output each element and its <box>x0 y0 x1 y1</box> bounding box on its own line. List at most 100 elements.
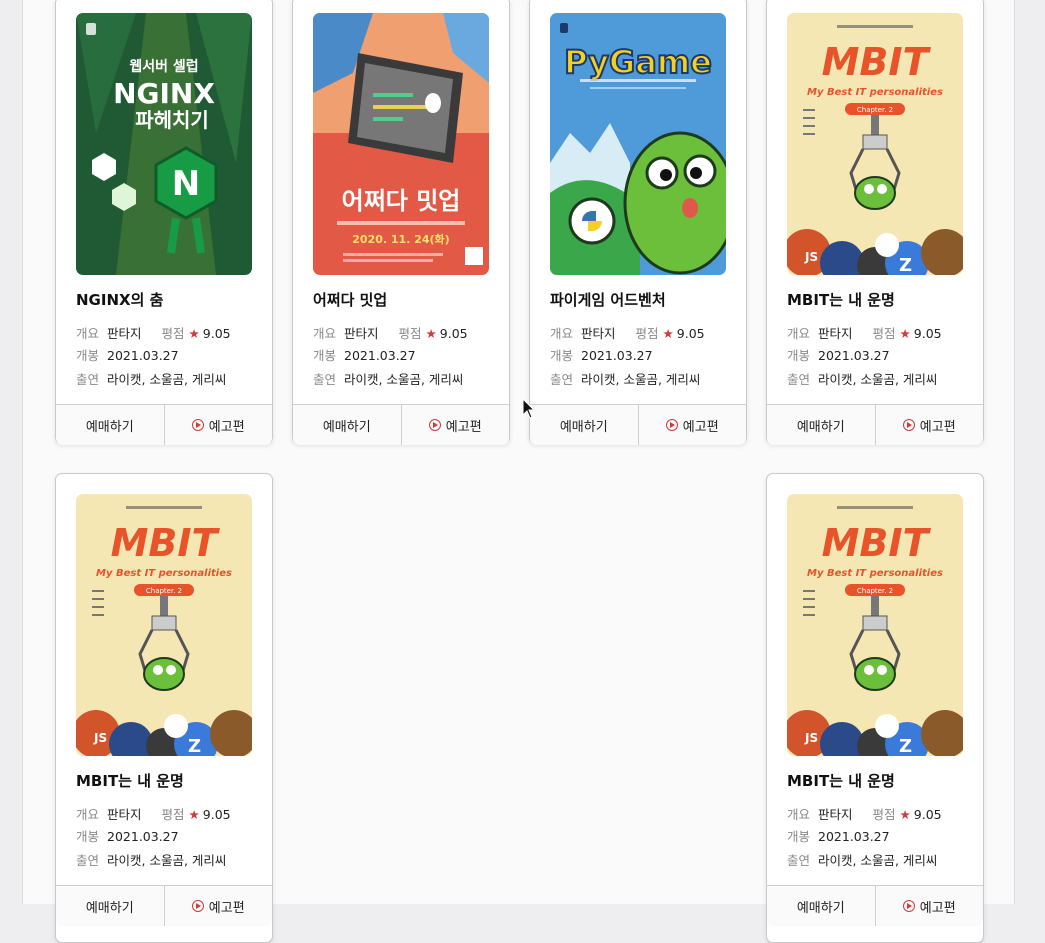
movie-poster[interactable]: MBIT My Best IT personalities Chapter. 2… <box>787 13 963 275</box>
book-button[interactable]: 예매하기 <box>767 405 875 445</box>
svg-text:My Best IT personalities: My Best IT personalities <box>96 568 232 579</box>
rating-value: 9.05 <box>913 807 942 822</box>
rating-value: 9.05 <box>202 807 231 822</box>
card-actions: 예매하기 예고편 <box>56 885 272 926</box>
book-button[interactable]: 예매하기 <box>56 886 164 926</box>
summary-label: 개요 <box>787 807 811 822</box>
trailer-button-label: 예고편 <box>445 419 482 435</box>
book-button[interactable]: 예매하기 <box>767 886 875 926</box>
rating-label: 평점 <box>872 326 896 341</box>
book-button[interactable]: 예매하기 <box>530 405 638 445</box>
svg-text:MBIT: MBIT <box>111 521 221 565</box>
movie-cast-row: 출연 라이캣, 소울곰, 게리씨 <box>787 369 937 388</box>
movie-poster[interactable]: MBIT My Best IT personalities Chapter. 2… <box>76 494 252 756</box>
movie-summary-row: 개요 판타지 평점 ★ 9.05 <box>550 323 705 342</box>
rating-value: 9.05 <box>676 326 705 341</box>
svg-text:Z: Z <box>899 736 912 756</box>
movie-poster[interactable]: PyGame <box>550 13 726 275</box>
movie-poster[interactable]: 어쩌다 밋업 2020. 11. 24(화) <box>313 13 489 275</box>
svg-text:NGINX: NGINX <box>113 77 215 110</box>
cast-value: 라이캣, 소울곰, 게리씨 <box>818 853 938 868</box>
star-icon: ★ <box>425 326 437 341</box>
play-circle-icon <box>665 419 678 431</box>
svg-text:MBIT: MBIT <box>822 40 932 84</box>
movie-poster[interactable]: 웹서버 셀럽 NGINX 파헤치기 N <box>76 13 252 275</box>
movie-card: MBIT My Best IT personalities Chapter. 2… <box>766 0 984 445</box>
star-icon: ★ <box>899 807 911 822</box>
star-icon: ★ <box>188 326 200 341</box>
book-button-label: 예매하기 <box>796 419 845 435</box>
movie-title[interactable]: 어쩌다 밋업 <box>313 289 387 310</box>
release-value: 2021.03.27 <box>581 348 653 363</box>
movie-cast-row: 출연 라이캣, 소울곰, 게리씨 <box>787 850 937 869</box>
movie-summary-row: 개요 판타지 평점 ★ 9.05 <box>787 323 942 342</box>
movie-card: MBIT My Best IT personalities Chapter. 2… <box>55 473 273 943</box>
movie-title[interactable]: 파이게임 어드벤처 <box>550 289 666 310</box>
svg-text:JS: JS <box>93 731 107 745</box>
summary-value: 판타지 <box>107 807 142 822</box>
movie-release-row: 개봉 2021.03.27 <box>787 345 890 364</box>
movie-title[interactable]: NGINX의 춤 <box>76 289 163 310</box>
movie-poster[interactable]: MBIT My Best IT personalities Chapter. 2… <box>787 494 963 756</box>
movie-title[interactable]: MBIT는 내 운명 <box>787 770 895 791</box>
book-button-label: 예매하기 <box>559 419 608 435</box>
release-label: 개봉 <box>76 829 100 844</box>
cast-label: 출연 <box>787 853 811 868</box>
trailer-button[interactable]: 예고편 <box>163 405 273 445</box>
star-icon: ★ <box>899 326 911 341</box>
summary-label: 개요 <box>550 326 574 341</box>
rating-label: 평점 <box>872 807 896 822</box>
summary-label: 개요 <box>313 326 337 341</box>
movie-cast-row: 출연 라이캣, 소울곰, 게리씨 <box>76 850 226 869</box>
movie-card: 어쩌다 밋업 2020. 11. 24(화) 어쩌다 밋업 개요 판타지 평점 ★ 9.… <box>292 0 510 445</box>
trailer-button[interactable]: 예고편 <box>163 886 273 926</box>
rating-value: 9.05 <box>202 326 231 341</box>
movie-card: 웹서버 셀럽 NGINX 파헤치기 N NGINX의 춤 개요 판타지 평점 ★ 9.0… <box>55 0 273 445</box>
release-label: 개봉 <box>787 829 811 844</box>
book-button-label: 예매하기 <box>322 419 371 435</box>
card-actions: 예매하기 예고편 <box>293 404 509 445</box>
movie-release-row: 개봉 2021.03.27 <box>550 345 653 364</box>
movie-release-row: 개봉 2021.03.27 <box>313 345 416 364</box>
svg-text:Z: Z <box>188 736 201 756</box>
trailer-button[interactable]: 예고편 <box>874 886 984 926</box>
svg-text:MBIT: MBIT <box>822 521 932 565</box>
rating-label: 평점 <box>161 326 185 341</box>
trailer-button-label: 예고편 <box>682 419 719 435</box>
release-value: 2021.03.27 <box>818 829 890 844</box>
cast-value: 라이캣, 소울곰, 게리씨 <box>107 853 227 868</box>
summary-value: 판타지 <box>581 326 616 341</box>
svg-text:JS: JS <box>804 731 818 745</box>
trailer-button[interactable]: 예고편 <box>874 405 984 445</box>
play-circle-icon <box>191 900 204 912</box>
card-actions: 예매하기 예고편 <box>530 404 746 445</box>
rating-value: 9.05 <box>439 326 468 341</box>
movie-title[interactable]: MBIT는 내 운명 <box>787 289 895 310</box>
cast-value: 라이캣, 소울곰, 게리씨 <box>344 372 464 387</box>
movie-summary-row: 개요 판타지 평점 ★ 9.05 <box>76 323 231 342</box>
book-button[interactable]: 예매하기 <box>56 405 164 445</box>
movie-title[interactable]: MBIT는 내 운명 <box>76 770 184 791</box>
trailer-button-label: 예고편 <box>919 419 956 435</box>
star-icon: ★ <box>662 326 674 341</box>
svg-text:Chapter. 2: Chapter. 2 <box>857 587 893 595</box>
svg-text:My Best IT personalities: My Best IT personalities <box>807 87 943 98</box>
svg-text:N: N <box>172 164 200 204</box>
release-value: 2021.03.27 <box>107 829 179 844</box>
release-label: 개봉 <box>76 348 100 363</box>
trailer-button[interactable]: 예고편 <box>400 405 510 445</box>
summary-label: 개요 <box>76 326 100 341</box>
summary-label: 개요 <box>787 326 811 341</box>
svg-text:Z: Z <box>899 255 912 275</box>
cast-label: 출연 <box>313 372 337 387</box>
trailer-button-label: 예고편 <box>208 419 245 435</box>
book-button-label: 예매하기 <box>85 900 134 916</box>
book-button[interactable]: 예매하기 <box>293 405 401 445</box>
play-circle-icon <box>428 419 441 431</box>
svg-text:파헤치기: 파헤치기 <box>135 108 209 132</box>
release-value: 2021.03.27 <box>107 348 179 363</box>
star-icon: ★ <box>188 807 200 822</box>
trailer-button[interactable]: 예고편 <box>637 405 747 445</box>
mouse-cursor-icon <box>522 398 536 419</box>
release-label: 개봉 <box>787 348 811 363</box>
